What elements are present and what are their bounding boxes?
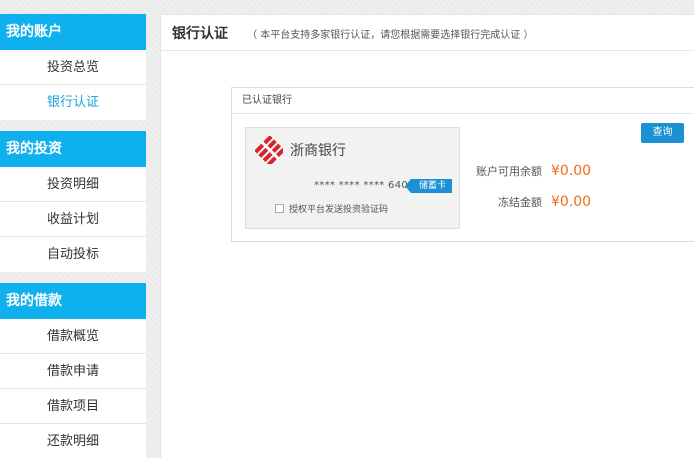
verified-bank-box: 已认证银行 浙商银行 **** **** **** 6401 储蓄卡 授权平台发… [231,87,694,242]
nav-section-investment: 我的投资 投资明细 收益计划 自动投标 [0,131,146,272]
nav-header-account: 我的账户 [0,14,146,50]
authorize-checkbox-row[interactable]: 授权平台发送投资验证码 [275,202,388,215]
bank-name: 浙商银行 [290,143,346,159]
card-number: **** **** **** 6401 [314,180,415,191]
available-balance-label: 账户可用余额 [476,165,542,178]
nav-header-investment: 我的投资 [0,131,146,167]
sidebar-item-loan-overview[interactable]: 借款概览 [0,319,146,354]
available-balance-row: 账户可用余额 ¥0.00 [472,163,591,179]
sidebar-item-return-plan[interactable]: 收益计划 [0,202,146,237]
query-button[interactable]: 查询 [641,123,684,143]
nav-header-borrowing: 我的借款 [0,283,146,319]
frozen-amount-label: 冻结金额 [498,196,542,209]
nav-section-borrowing: 我的借款 借款概览 借款申请 借款项目 还款明细 [0,283,146,458]
czbank-logo-icon [255,136,283,164]
verified-bank-header: 已认证银行 [232,88,694,114]
card-type-badge: 储蓄卡 [404,179,452,193]
frozen-amount-value: ¥0.00 [551,194,592,210]
sidebar-item-bank-verification[interactable]: 银行认证 [0,85,146,120]
app: 我的账户 投资总览 银行认证 我的投资 投资明细 收益计划 自动投标 我的借款 … [0,0,694,458]
page-title: 银行认证 [172,26,228,42]
sidebar: 我的账户 投资总览 银行认证 我的投资 投资明细 收益计划 自动投标 我的借款 … [0,14,146,458]
sidebar-item-loan-application[interactable]: 借款申请 [0,354,146,389]
sidebar-item-repayment-details[interactable]: 还款明细 [0,424,146,458]
checkbox-icon[interactable] [275,204,284,213]
sidebar-item-investment-overview[interactable]: 投资总览 [0,50,146,85]
frozen-amount-row: 冻结金额 ¥0.00 [472,194,591,210]
nav-section-account: 我的账户 投资总览 银行认证 [0,14,146,120]
sidebar-item-investment-details[interactable]: 投资明细 [0,167,146,202]
bank-card: 浙商银行 **** **** **** 6401 储蓄卡 授权平台发送投资验证码 [245,127,460,229]
main-panel: 银行认证 （ 本平台支持多家银行认证，请您根据需要选择银行完成认证 ） 已认证银… [160,14,694,458]
sidebar-item-auto-bid[interactable]: 自动投标 [0,237,146,272]
authorize-label: 授权平台发送投资验证码 [289,205,389,215]
page-header: 银行认证 （ 本平台支持多家银行认证，请您根据需要选择银行完成认证 ） [161,15,694,51]
page-subtitle: （ 本平台支持多家银行认证，请您根据需要选择银行完成认证 ） [247,30,534,41]
sidebar-item-loan-projects[interactable]: 借款项目 [0,389,146,424]
available-balance-value: ¥0.00 [551,163,592,179]
